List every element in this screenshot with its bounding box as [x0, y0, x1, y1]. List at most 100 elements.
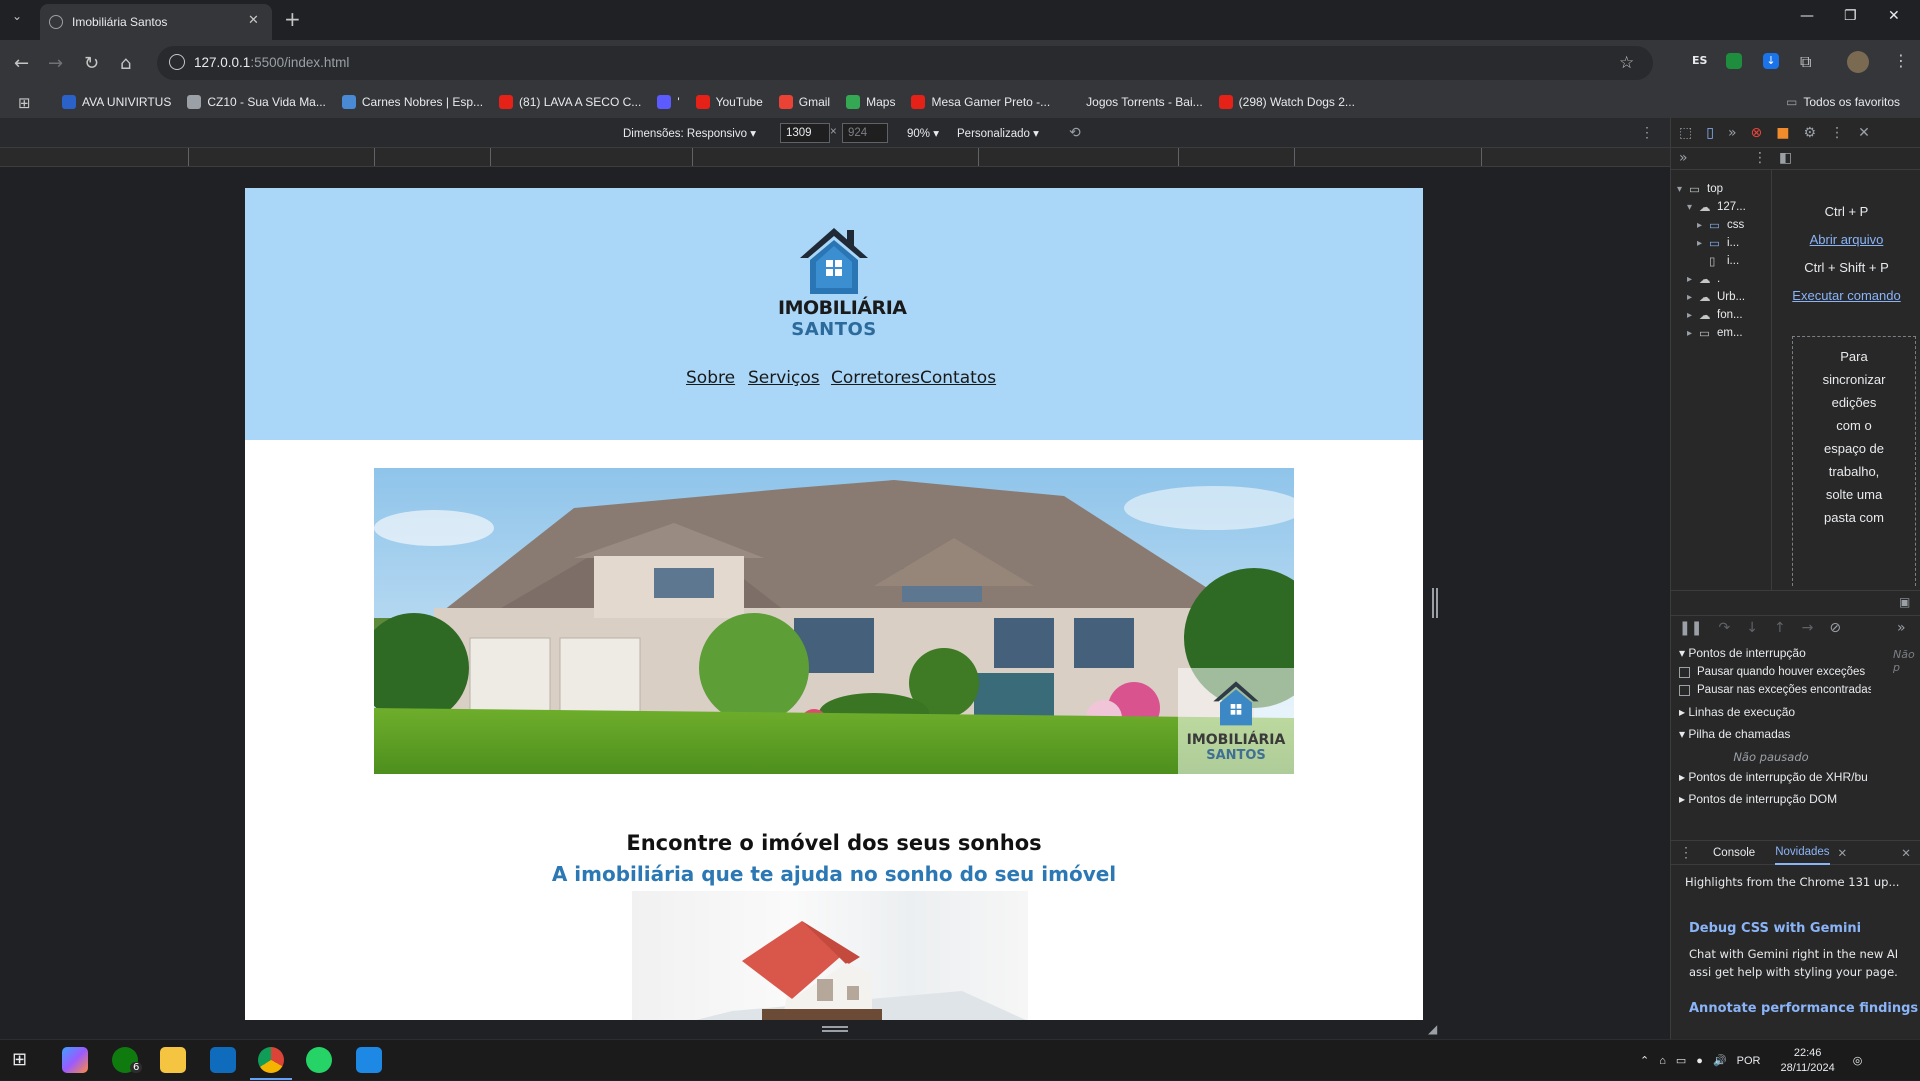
toggle-sidebar-icon[interactable]: ◧: [1779, 150, 1792, 166]
clock[interactable]: 22:46 28/11/2024: [1780, 1046, 1834, 1076]
bookmark-star-icon[interactable]: ☆: [1619, 53, 1634, 73]
reload-button[interactable]: ↻: [84, 53, 99, 74]
drop-folder-zone[interactable]: Para sincronizar edições com o espaço de trab…: [1792, 336, 1916, 586]
inspect-element-icon[interactable]: ⬚: [1679, 125, 1692, 141]
scope-more-icon[interactable]: »: [1897, 620, 1906, 636]
device-toggle-icon[interactable]: ▯: [1706, 125, 1714, 141]
tab-search-icon[interactable]: ⌄: [12, 9, 22, 23]
threads-section[interactable]: ▸ Linhas de execução: [1671, 701, 1920, 723]
pause-icon[interactable]: ❚❚: [1679, 620, 1702, 636]
bookmark-item[interactable]: ': [657, 92, 680, 112]
download-icon[interactable]: ↓: [1763, 53, 1779, 69]
run-command-link[interactable]: Executar comando: [1772, 288, 1920, 303]
minimize-button[interactable]: —: [1800, 8, 1814, 24]
tray-mic-icon[interactable]: ●: [1696, 1055, 1703, 1067]
more-panels-icon[interactable]: »: [1728, 125, 1737, 141]
tree-expand-icon[interactable]: ▾: [1687, 202, 1699, 213]
nav-link-corretores[interactable]: Corretores: [831, 368, 920, 388]
step-icon[interactable]: →: [1802, 620, 1814, 636]
bookmark-item[interactable]: (81) LAVA A SECO C...: [499, 92, 641, 112]
tree-expand-icon[interactable]: ▸: [1697, 238, 1709, 249]
viewport-resize-handle-bottom[interactable]: [822, 1026, 848, 1032]
tray-chevron-icon[interactable]: ⌃: [1640, 1054, 1649, 1067]
tree-expand-icon[interactable]: ▸: [1687, 274, 1699, 285]
nav-link-sobre[interactable]: Sobre: [686, 368, 735, 388]
deactivate-breakpoints-icon[interactable]: ⊘: [1829, 620, 1841, 636]
apps-grid-icon[interactable]: ⊞: [18, 94, 31, 112]
home-button[interactable]: ⌂: [120, 53, 131, 74]
issues-icon[interactable]: ■: [1776, 125, 1789, 141]
devtools-menu-icon[interactable]: ⋮: [1830, 125, 1844, 141]
viewport-resize-handle-right[interactable]: [1432, 588, 1438, 618]
site-logo[interactable]: IMOBILIÁRIA SANTOS: [778, 224, 907, 340]
extension-green-icon[interactable]: [1726, 53, 1742, 69]
whats-new-item2-title[interactable]: Annotate performance findings: [1689, 1001, 1918, 1016]
whatsapp-icon[interactable]: [306, 1047, 332, 1073]
tree-expand-icon[interactable]: ▸: [1697, 220, 1709, 231]
xhr-breakpoints-section[interactable]: ▸ Pontos de interrupção de XHR/bu: [1671, 766, 1871, 788]
extension-es[interactable]: ES: [1692, 54, 1707, 67]
tray-monitor-icon[interactable]: ▭: [1676, 1054, 1686, 1067]
close-devtools-icon[interactable]: ✕: [1858, 125, 1870, 141]
whats-new-item-title[interactable]: Debug CSS with Gemini: [1689, 921, 1861, 936]
error-count-icon[interactable]: ⊗: [1751, 125, 1763, 141]
copilot-icon[interactable]: [62, 1047, 88, 1073]
extensions-puzzle-icon[interactable]: ⧉: [1800, 52, 1811, 72]
close-drawer-icon[interactable]: ✕: [1901, 846, 1911, 860]
bookmark-item[interactable]: Jogos Torrents - Bai...: [1066, 92, 1203, 112]
step-out-icon[interactable]: ↑: [1774, 620, 1786, 636]
back-button[interactable]: ←: [14, 53, 29, 74]
format-icon[interactable]: ▣: [1899, 595, 1910, 609]
tree-expand-icon[interactable]: ▾: [1677, 184, 1689, 195]
browser-tab[interactable]: Imobiliária Santos ✕: [40, 4, 272, 40]
nav-link-servicos[interactable]: Serviços: [748, 368, 820, 388]
navigator-more-icon[interactable]: »: [1679, 150, 1688, 166]
bookmark-item[interactable]: Maps: [846, 92, 895, 112]
chrome-icon[interactable]: [258, 1047, 284, 1073]
forward-button[interactable]: →: [48, 53, 63, 74]
bookmark-item[interactable]: Carnes Nobres | Esp...: [341, 92, 483, 112]
tab-novidades[interactable]: Novidades: [1775, 841, 1830, 865]
throttle-select[interactable]: Personalizado ▾: [957, 126, 1039, 140]
bookmark-item[interactable]: Mesa Gamer Preto -...: [911, 92, 1050, 112]
close-tab-icon[interactable]: ✕: [248, 13, 259, 28]
notification-icon[interactable]: ◎: [1853, 1054, 1863, 1067]
open-file-link[interactable]: Abrir arquivo: [1772, 232, 1920, 247]
tree-expand-icon[interactable]: ▸: [1687, 310, 1699, 321]
site-info-icon[interactable]: [169, 54, 185, 70]
rotate-icon[interactable]: ⟲: [1069, 124, 1081, 141]
close-tab-icon[interactable]: ✕: [1838, 846, 1848, 860]
file-explorer-icon[interactable]: [160, 1047, 186, 1073]
bookmark-item[interactable]: (298) Watch Dogs 2...: [1218, 92, 1355, 112]
tray-volume-icon[interactable]: 🔊: [1713, 1054, 1727, 1067]
all-bookmarks[interactable]: ▭ Todos os favoritos: [1786, 92, 1900, 112]
tab-console[interactable]: Console: [1713, 847, 1755, 859]
bookmark-item[interactable]: CZ10 - Sua Vida Ma...: [187, 92, 326, 112]
drawer-menu-icon[interactable]: ⋮: [1679, 844, 1693, 861]
zoom-select[interactable]: 90% ▾: [907, 126, 939, 140]
height-input[interactable]: 924: [842, 123, 888, 143]
outlook-icon[interactable]: [210, 1047, 236, 1073]
windows-start-icon[interactable]: ⊞: [12, 1049, 27, 1070]
tree-node[interactable]: ▸ ▭ em...: [1687, 322, 1743, 344]
language-indicator[interactable]: POR: [1737, 1055, 1761, 1067]
restore-button[interactable]: ❐: [1844, 8, 1857, 24]
device-options-icon[interactable]: ⋮: [1640, 124, 1654, 141]
nav-link-contatos[interactable]: Contatos: [920, 368, 996, 388]
bookmark-item[interactable]: YouTube: [695, 92, 763, 112]
step-into-icon[interactable]: ↓: [1746, 620, 1758, 636]
step-over-icon[interactable]: ↷: [1718, 620, 1730, 636]
width-input[interactable]: 1309: [780, 123, 830, 143]
bookmark-item[interactable]: AVA UNIVIRTUS: [62, 92, 171, 112]
address-bar[interactable]: 127.0.0.1:5500/index.html ☆: [157, 46, 1653, 80]
dom-breakpoints-section[interactable]: ▸ Pontos de interrupção DOM: [1671, 788, 1920, 810]
tree-expand-icon[interactable]: ▸: [1687, 328, 1699, 339]
call-stack-section[interactable]: ▾ Pilha de chamadas: [1671, 723, 1920, 745]
settings-gear-icon[interactable]: ⚙: [1804, 125, 1817, 141]
editor-scrollbar[interactable]: ▣: [1671, 590, 1920, 615]
navigator-menu-icon[interactable]: ⋮: [1753, 150, 1767, 166]
bookmark-item[interactable]: Gmail: [778, 92, 830, 112]
profile-avatar[interactable]: [1847, 51, 1869, 73]
new-tab-button[interactable]: +: [284, 7, 301, 31]
dimensions-select[interactable]: Dimensões: Responsivo ▾: [623, 126, 756, 140]
